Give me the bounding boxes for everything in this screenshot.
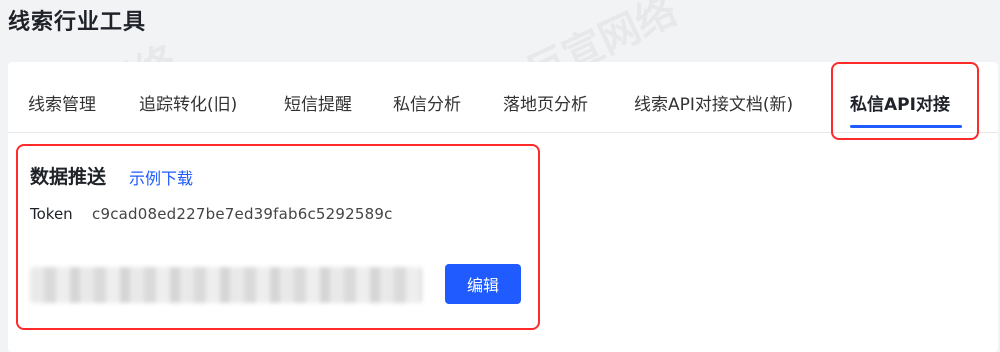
content-card: 线索管理 追踪转化(旧) 短信提醒 私信分析 落地页分析 线索API对接文档(新… (8, 62, 998, 352)
sample-download-link[interactable]: 示例下载 (129, 165, 193, 189)
tab-bar: 线索管理 追踪转化(旧) 短信提醒 私信分析 落地页分析 线索API对接文档(新… (8, 62, 998, 140)
tab-lead-api-docs-new[interactable]: 线索API对接文档(新) (634, 90, 793, 115)
token-value: c9cad08ed227be7ed39fab6c5292589c (92, 205, 393, 223)
token-label: Token (30, 205, 73, 223)
redacted-url-field (30, 267, 422, 303)
section-title: 数据推送 (30, 166, 107, 188)
tab-conversion-tracking-old[interactable]: 追踪转化(旧) (139, 90, 237, 115)
edit-button[interactable]: 编辑 (445, 264, 521, 304)
tab-landing-page-analysis[interactable]: 落地页分析 (503, 90, 588, 115)
tab-sms-reminder[interactable]: 短信提醒 (284, 90, 352, 115)
page-title: 线索行业工具 (8, 10, 147, 35)
tab-lead-management[interactable]: 线索管理 (28, 90, 96, 115)
active-tab-highlight-box (831, 62, 979, 140)
tab-dm-analysis[interactable]: 私信分析 (393, 90, 461, 115)
